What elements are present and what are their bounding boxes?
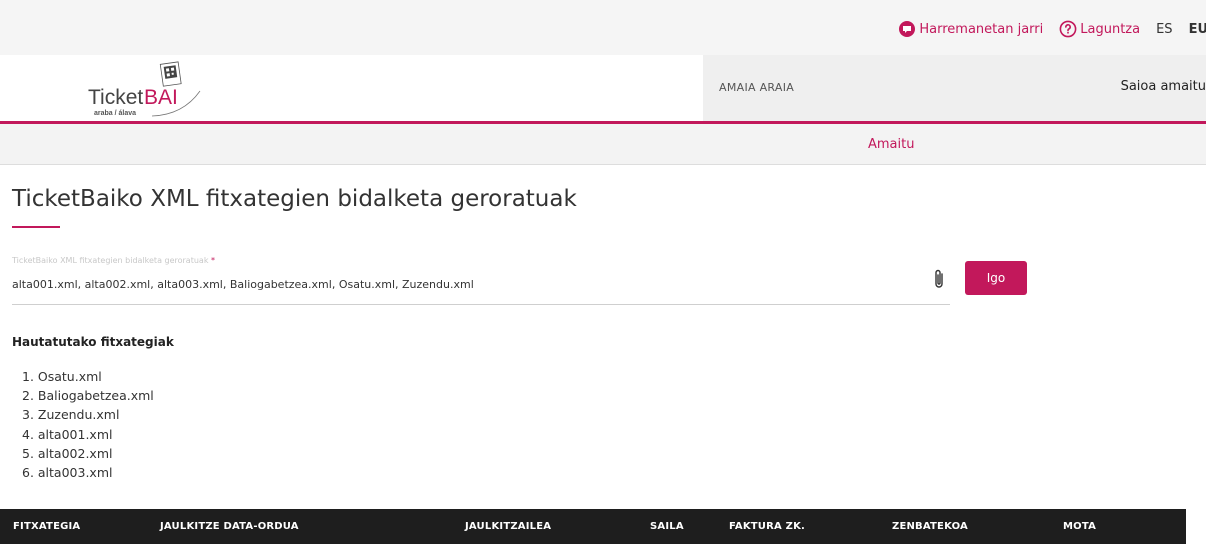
list-item: 5. alta002.xml [22, 445, 113, 461]
list-item: 4. alta001.xml [22, 426, 113, 442]
page-title: TicketBaiko XML fitxategien bidalketa ge… [12, 186, 577, 212]
user-name: AMAIA ARAIA [719, 81, 795, 94]
file-upload-label: TicketBaiko XML fitxategien bidalketa ge… [12, 256, 215, 265]
question-circle-icon [1059, 20, 1077, 38]
language-eu[interactable]: EU [1189, 22, 1206, 37]
list-item: 2. Baliogabetzea.xml [22, 388, 154, 404]
nav-item-amaitu[interactable]: Amaitu [868, 137, 914, 152]
logo-text-main: Ticket [88, 86, 143, 109]
nav-bar: Amaitu [0, 124, 1206, 165]
list-item: 1. Osatu.xml [22, 369, 102, 384]
list-item: 6. alta003.xml [22, 464, 113, 480]
selected-files-list: 1. Osatu.xml 2. Baliogabetzea.xml 3. Zuz… [22, 367, 154, 482]
help-link-label: Laguntza [1080, 21, 1141, 37]
required-mark: * [211, 256, 215, 265]
column-header-mota[interactable]: MOTA [1063, 521, 1096, 532]
header: Ticket BAI araba / álava AMAIA ARAIA Sai… [0, 55, 1206, 121]
column-header-jaulkitzailea[interactable]: JAULKITZAILEA [465, 521, 551, 532]
column-header-faktura-zk[interactable]: FAKTURA ZK. [729, 521, 805, 532]
logo-text-accent: BAI [144, 86, 178, 109]
contact-link-label: Harremanetan jarri [919, 21, 1044, 37]
list-item: 3. Zuzendu.xml [22, 407, 120, 423]
selected-files-heading: Hautatutako fitxategiak [12, 335, 174, 349]
column-header-fitxategia[interactable]: FITXATEGIA [13, 521, 80, 532]
contact-link[interactable]: Harremanetan jarri [898, 20, 1043, 38]
user-bar: AMAIA ARAIA Saioa amaitu [703, 55, 1206, 121]
top-bar: Harremanetan jarri Laguntza ES EU [0, 0, 1206, 55]
ticketbai-logo[interactable]: Ticket BAI araba / álava [88, 61, 203, 119]
language-es[interactable]: ES [1156, 22, 1172, 37]
table-header: FITXATEGIA JAULKITZE DATA-ORDUA JAULKITZ… [0, 509, 1186, 544]
upload-button[interactable]: Igo [965, 261, 1027, 295]
column-header-jaulkitze-data-ordua[interactable]: JAULKITZE DATA-ORDUA [160, 521, 299, 532]
top-links: Harremanetan jarri Laguntza ES EU [898, 20, 1206, 38]
help-link[interactable]: Laguntza [1059, 20, 1140, 38]
title-underline [12, 226, 60, 228]
column-header-saila[interactable]: SAILA [650, 521, 684, 532]
paperclip-icon[interactable] [932, 268, 946, 294]
logout-link[interactable]: Saioa amaitu [1121, 79, 1206, 94]
file-upload-value: alta001.xml, alta002.xml, alta003.xml, B… [12, 278, 474, 291]
column-header-zenbatekoa[interactable]: ZENBATEKOA [892, 521, 968, 532]
chat-bubble-icon [898, 20, 916, 38]
file-upload-field[interactable]: TicketBaiko XML fitxategien bidalketa ge… [12, 256, 950, 305]
file-upload-label-text: TicketBaiko XML fitxategien bidalketa ge… [12, 256, 209, 265]
logo-subtitle: araba / álava [94, 110, 136, 117]
